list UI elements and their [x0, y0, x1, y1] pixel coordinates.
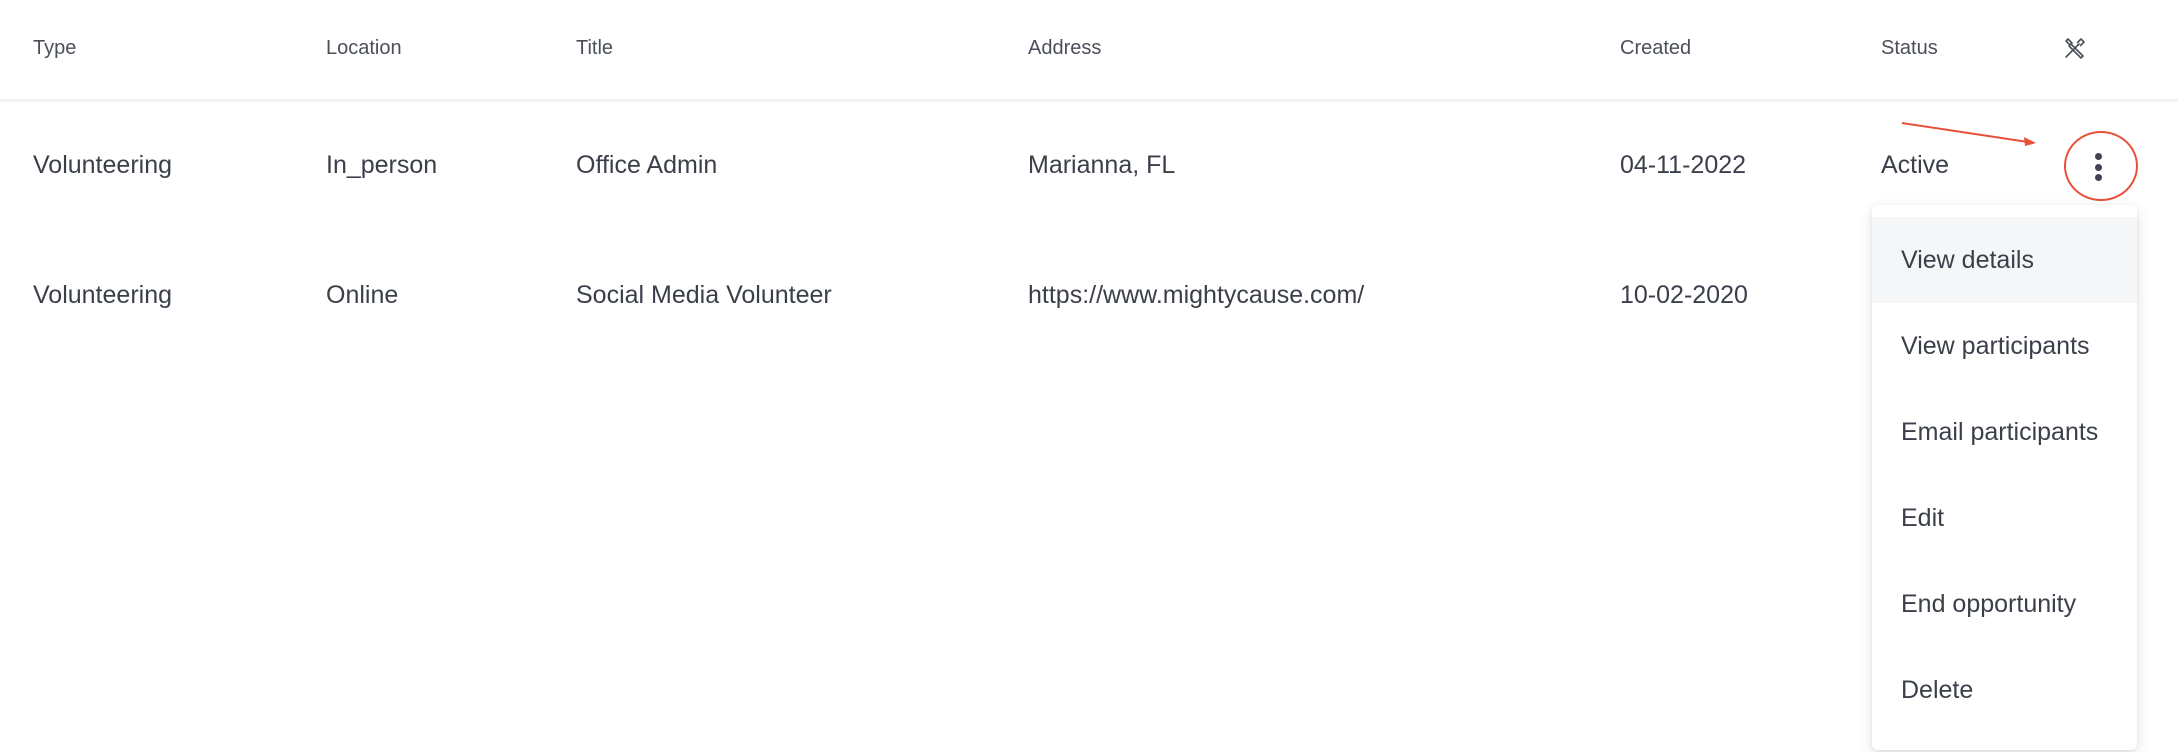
menu-item-view-details[interactable]: View details [1872, 217, 2137, 303]
row-actions-menu: View details View participants Email par… [1872, 205, 2137, 750]
cell-status: Active [1881, 151, 1950, 179]
menu-item-view-participants[interactable]: View participants [1872, 303, 2137, 389]
cell-title: Office Admin [576, 151, 718, 179]
menu-item-email-participants[interactable]: Email participants [1872, 389, 2137, 475]
cell-type: Volunteering [33, 151, 173, 179]
column-header-created[interactable]: Created [1620, 37, 1691, 60]
kebab-menu-icon [2095, 153, 2103, 181]
menu-item-delete[interactable]: Delete [1872, 647, 2137, 733]
cell-location: In_person [326, 151, 438, 179]
row-actions-button[interactable] [2066, 133, 2134, 201]
table-row[interactable]: Volunteering In_person Office Admin Mari… [0, 101, 2178, 231]
cell-created: 04-11-2022 [1620, 151, 1747, 179]
column-header-location[interactable]: Location [326, 37, 402, 60]
column-header-address[interactable]: Address [1028, 37, 1101, 60]
column-header-title[interactable]: Title [576, 37, 613, 60]
cell-location: Online [326, 281, 399, 309]
cell-title: Social Media Volunteer [576, 281, 832, 309]
cell-address: Marianna, FL [1028, 151, 1176, 179]
column-header-status[interactable]: Status [1881, 37, 1938, 60]
tools-icon[interactable] [2063, 36, 2087, 60]
menu-item-end-opportunity[interactable]: End opportunity [1872, 561, 2137, 647]
table-header: Type Location Title Address Created Stat… [0, 0, 2178, 101]
cell-created: 10-02-2020 [1620, 281, 1748, 309]
column-header-type[interactable]: Type [33, 37, 76, 60]
cell-address: https://www.mightycause.com/ [1028, 281, 1365, 309]
cell-type: Volunteering [33, 281, 173, 309]
table-row[interactable]: Volunteering Online Social Media Volunte… [0, 231, 2178, 361]
menu-item-edit[interactable]: Edit [1872, 475, 2137, 561]
